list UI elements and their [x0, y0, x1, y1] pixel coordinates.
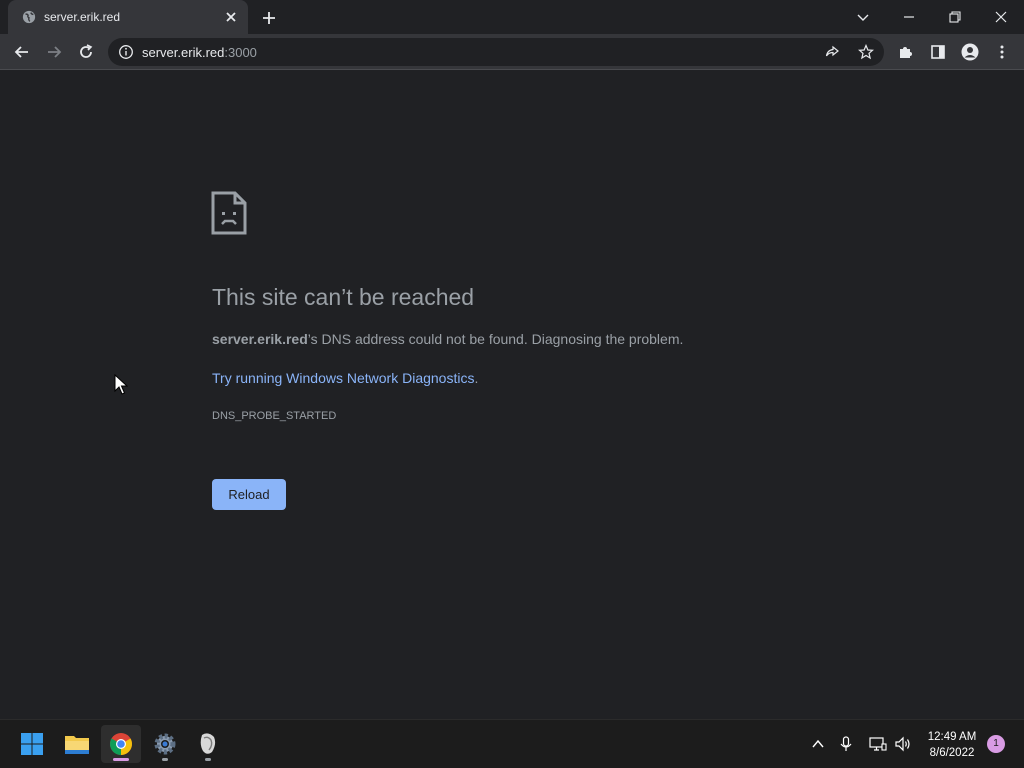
info-icon[interactable] — [118, 44, 134, 60]
close-icon — [995, 11, 1007, 23]
browser-toolbar: server.erik.red:3000 — [0, 34, 1024, 70]
clock-date: 8/6/2022 — [929, 747, 975, 759]
error-description-text: ’s DNS address could not be found. Diagn… — [307, 331, 684, 347]
url-port: :3000 — [224, 45, 257, 60]
arrow-left-icon — [14, 46, 28, 58]
share-icon[interactable] — [824, 44, 840, 60]
error-title: This site can’t be reached — [212, 284, 475, 310]
url-text: server.erik.red:3000 — [142, 45, 257, 60]
network-tray-button[interactable] — [867, 733, 889, 755]
minimize-icon — [904, 16, 914, 18]
notification-badge[interactable]: 1 — [987, 735, 1005, 753]
kebab-menu-icon — [1000, 45, 1004, 59]
suggestion-suffix: . — [474, 370, 479, 386]
minimize-button[interactable] — [886, 0, 932, 34]
chevron-down-icon — [857, 14, 869, 21]
side-panel-button[interactable] — [926, 40, 950, 64]
speaker-icon — [895, 736, 910, 752]
address-bar[interactable]: server.erik.red:3000 — [108, 38, 884, 66]
network-icon — [869, 737, 887, 751]
page-content: This site can’t be reached server.erik.r… — [0, 71, 1024, 719]
reload-button[interactable]: Reload — [212, 479, 286, 510]
show-hidden-icons-button[interactable] — [807, 733, 829, 755]
suggestion-line: Try running Windows Network Diagnostics. — [212, 370, 478, 386]
globe-icon — [22, 10, 36, 24]
app-taskbar-button[interactable] — [188, 725, 228, 763]
gear-icon — [154, 733, 176, 755]
chevron-up-icon — [812, 739, 824, 748]
folder-icon — [65, 736, 89, 754]
chrome-icon — [110, 733, 132, 755]
error-code: DNS_PROBE_STARTED — [212, 410, 337, 422]
tab-search-button[interactable] — [840, 0, 886, 34]
side-panel-icon — [931, 45, 945, 59]
forward-button[interactable] — [42, 40, 66, 64]
extensions-button[interactable] — [894, 40, 918, 64]
start-button[interactable] — [12, 725, 52, 763]
close-tab-icon[interactable] — [223, 9, 239, 25]
running-app-indicator — [205, 758, 211, 761]
reload-icon — [80, 44, 93, 58]
error-host: server.erik.red — [212, 331, 308, 347]
profile-button[interactable] — [958, 40, 982, 64]
chrome-taskbar-button[interactable] — [101, 725, 141, 763]
browser-tab[interactable]: server.erik.red — [8, 0, 248, 34]
app-shell-icon — [200, 733, 216, 754]
settings-taskbar-button[interactable] — [145, 725, 185, 763]
arrow-right-icon — [48, 46, 62, 58]
windows-logo-icon — [21, 733, 43, 755]
restore-icon — [949, 11, 961, 23]
puzzle-icon — [900, 47, 912, 58]
restore-button[interactable] — [932, 0, 978, 34]
back-button[interactable] — [10, 40, 34, 64]
close-window-button[interactable] — [978, 0, 1024, 34]
taskbar: 12:49 AM 8/6/2022 1 — [0, 719, 1024, 768]
menu-button[interactable] — [990, 40, 1014, 64]
running-app-indicator — [162, 758, 168, 761]
microphone-icon — [840, 736, 852, 751]
active-app-indicator — [113, 758, 129, 761]
tab-title: server.erik.red — [44, 10, 121, 24]
title-bar: server.erik.red — [0, 0, 1024, 34]
avatar-icon — [961, 43, 979, 61]
volume-tray-button[interactable] — [892, 733, 914, 755]
new-tab-button[interactable] — [258, 7, 280, 29]
file-explorer-button[interactable] — [57, 725, 97, 763]
reload-toolbar-button[interactable] — [74, 40, 98, 64]
microphone-tray-button[interactable] — [835, 733, 857, 755]
clock-time: 12:49 AM — [927, 731, 977, 743]
taskbar-clock[interactable]: 12:49 AM 8/6/2022 — [922, 729, 982, 761]
url-host: server.erik.red — [142, 45, 225, 60]
sad-document-icon — [211, 191, 247, 235]
network-diagnostics-link[interactable]: Try running Windows Network Diagnostics — [212, 370, 474, 386]
error-description: server.erik.red’s DNS address could not … — [212, 331, 683, 347]
bookmark-star-icon[interactable] — [858, 44, 874, 60]
mouse-cursor-icon — [114, 374, 128, 395]
